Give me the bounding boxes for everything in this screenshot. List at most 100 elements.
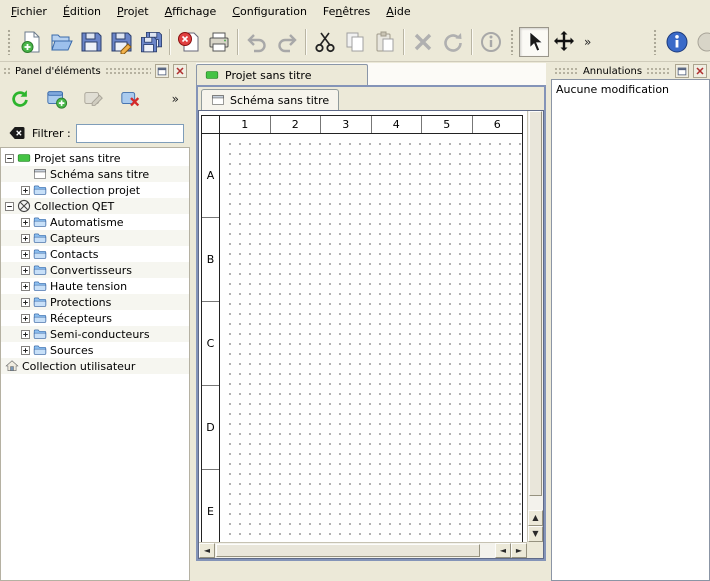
scroll-up-button[interactable]: ▲ bbox=[528, 510, 543, 526]
cut-button[interactable] bbox=[310, 27, 340, 57]
save-all-button[interactable] bbox=[136, 27, 166, 57]
close-panel-button[interactable] bbox=[693, 64, 707, 78]
column-header: 4 bbox=[372, 116, 423, 133]
menu-affichage[interactable]: Affichage bbox=[157, 2, 225, 21]
undo-list: Aucune modification bbox=[551, 79, 710, 581]
filter-row: Filtrer : bbox=[0, 119, 190, 147]
vertical-scrollbar[interactable]: ▲ ▼ bbox=[527, 111, 543, 542]
expand-icon[interactable] bbox=[21, 218, 30, 227]
project-window: Schéma sans titre 1 2 3 4 5 6 bbox=[196, 85, 546, 561]
pan-tool-button[interactable] bbox=[549, 27, 579, 57]
expand-icon[interactable] bbox=[21, 266, 30, 275]
toolbar-grip[interactable] bbox=[510, 29, 515, 55]
clear-filter-button[interactable] bbox=[6, 124, 27, 143]
scroll-right-button[interactable]: ► bbox=[511, 543, 527, 558]
scroll-down-button[interactable]: ▼ bbox=[528, 526, 543, 542]
collapse-icon[interactable] bbox=[5, 202, 14, 211]
float-panel-button[interactable] bbox=[155, 64, 169, 78]
horizontal-scrollbar-thumb[interactable] bbox=[216, 544, 480, 557]
tree-item-haute-tension[interactable]: Haute tension bbox=[1, 278, 189, 294]
expand-icon[interactable] bbox=[21, 234, 30, 243]
tree-item-protections[interactable]: Protections bbox=[1, 294, 189, 310]
expand-icon[interactable] bbox=[21, 346, 30, 355]
tree-item-projet-sans-titre[interactable]: Projet sans titre bbox=[1, 150, 189, 166]
menu-edition[interactable]: Édition bbox=[55, 2, 109, 21]
menu-projet[interactable]: Projet bbox=[109, 2, 157, 21]
tree-item-capteurs[interactable]: Capteurs bbox=[1, 230, 189, 246]
save-button[interactable] bbox=[76, 27, 106, 57]
reload-collections-button[interactable] bbox=[6, 85, 34, 113]
scroll-left-button-2[interactable]: ◄ bbox=[495, 543, 511, 558]
paste-icon bbox=[373, 30, 397, 54]
rotate-button[interactable] bbox=[438, 27, 468, 57]
clipped-toolbar-button[interactable] bbox=[692, 27, 710, 57]
undo-panel-titlebar[interactable]: Annulations bbox=[551, 63, 710, 79]
folder-icon bbox=[33, 231, 47, 245]
close-project-button[interactable] bbox=[174, 27, 204, 57]
close-panel-button[interactable] bbox=[173, 64, 187, 78]
tree-item-automatisme[interactable]: Automatisme bbox=[1, 214, 189, 230]
undo-button[interactable] bbox=[242, 27, 272, 57]
diagram-canvas[interactable]: 1 2 3 4 5 6 A B C D E bbox=[201, 115, 523, 542]
information-button[interactable] bbox=[476, 27, 506, 57]
edit-element-button[interactable] bbox=[80, 85, 108, 113]
undo-empty-item[interactable]: Aucune modification bbox=[552, 82, 709, 97]
tree-item-collection-qet[interactable]: Collection QET bbox=[1, 198, 189, 214]
tab-schema-sans-titre[interactable]: Schéma sans titre bbox=[201, 89, 339, 110]
expand-icon[interactable] bbox=[21, 330, 30, 339]
toolbar-right-group bbox=[649, 27, 707, 57]
tree-item-collection-projet[interactable]: Collection projet bbox=[1, 182, 189, 198]
toolbar-overflow-chevron[interactable]: » bbox=[579, 35, 596, 49]
menu-aide[interactable]: Aide bbox=[378, 2, 418, 21]
tree-item-sources[interactable]: Sources bbox=[1, 342, 189, 358]
new-element-button[interactable] bbox=[43, 85, 71, 113]
collapse-icon[interactable] bbox=[5, 154, 14, 163]
column-header: 3 bbox=[321, 116, 372, 133]
expand-icon[interactable] bbox=[21, 250, 30, 259]
toolbar-separator bbox=[471, 29, 473, 55]
open-project-button[interactable] bbox=[46, 27, 76, 57]
save-as-button[interactable] bbox=[106, 27, 136, 57]
tree-item-semi-conducteurs[interactable]: Semi-conducteurs bbox=[1, 326, 189, 342]
expand-icon[interactable] bbox=[21, 314, 30, 323]
tree-item-schema-sans-titre[interactable]: Schéma sans titre bbox=[1, 166, 189, 182]
menu-configuration[interactable]: Configuration bbox=[224, 2, 315, 21]
vertical-scrollbar-thumb[interactable] bbox=[529, 111, 542, 496]
folder-icon bbox=[33, 343, 47, 357]
schema-tab-label: Schéma sans titre bbox=[230, 94, 329, 107]
elements-panel-titlebar[interactable]: Panel d'éléments bbox=[0, 63, 190, 79]
menu-fenetres[interactable]: Fenêtres bbox=[315, 2, 378, 21]
project-tab-label: Projet sans titre bbox=[225, 69, 312, 82]
select-tool-button[interactable] bbox=[519, 27, 549, 57]
tab-projet-sans-titre[interactable]: Projet sans titre bbox=[196, 64, 368, 85]
info-gray-icon bbox=[479, 30, 503, 54]
expand-icon[interactable] bbox=[21, 298, 30, 307]
paste-button[interactable] bbox=[370, 27, 400, 57]
float-panel-button[interactable] bbox=[675, 64, 689, 78]
tree-item-collection-utilisateur[interactable]: Collection utilisateur bbox=[1, 358, 189, 374]
menu-fichier[interactable]: Fichier bbox=[3, 2, 55, 21]
tree-item-convertisseurs[interactable]: Convertisseurs bbox=[1, 262, 189, 278]
horizontal-scrollbar[interactable]: ◄ ◄ ► bbox=[199, 542, 527, 558]
tree-item-label: Capteurs bbox=[50, 232, 100, 245]
tree-item-label: Haute tension bbox=[50, 280, 127, 293]
panel-toolbar-overflow-chevron[interactable]: » bbox=[167, 92, 184, 106]
copy-button[interactable] bbox=[340, 27, 370, 57]
grid-dots bbox=[221, 135, 522, 542]
row-headers: A B C D E bbox=[202, 134, 220, 542]
expand-icon[interactable] bbox=[21, 186, 30, 195]
delete-button[interactable] bbox=[408, 27, 438, 57]
print-button[interactable] bbox=[204, 27, 234, 57]
tree-item-recepteurs[interactable]: Récepteurs bbox=[1, 310, 189, 326]
toolbar-grip[interactable] bbox=[7, 29, 12, 55]
delete-element-icon bbox=[120, 88, 142, 110]
expand-icon[interactable] bbox=[21, 282, 30, 291]
filter-input[interactable] bbox=[76, 124, 184, 143]
new-document-button[interactable] bbox=[16, 27, 46, 57]
tree-item-contacts[interactable]: Contacts bbox=[1, 246, 189, 262]
delete-element-button[interactable] bbox=[117, 85, 145, 113]
scroll-left-button[interactable]: ◄ bbox=[199, 543, 215, 558]
redo-button[interactable] bbox=[272, 27, 302, 57]
about-qet-button[interactable] bbox=[662, 27, 692, 57]
toolbar-grip[interactable] bbox=[653, 29, 658, 55]
